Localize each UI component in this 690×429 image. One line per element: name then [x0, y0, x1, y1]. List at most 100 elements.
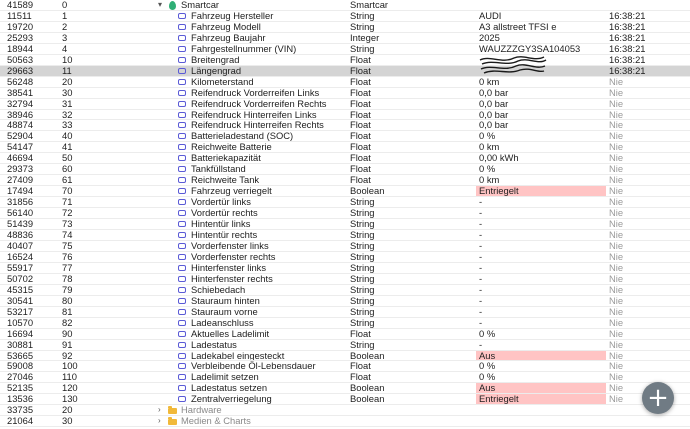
variable-value: 0 %	[479, 164, 496, 175]
object-id: 41589	[7, 0, 34, 10]
category-row[interactable]: 41589 0 ▾ Smartcar Smartcar	[0, 0, 690, 11]
last-updated: Nie	[609, 175, 624, 186]
variable-value: -	[479, 306, 483, 317]
variable-row[interactable]: 59008 100 Verbleibende Öl-Lebensdauer Float…	[0, 361, 690, 373]
variable-value: -	[479, 273, 483, 284]
object-id: 29373	[7, 164, 34, 175]
object-id: 53217	[7, 306, 34, 317]
variable-row[interactable]: 30881 91 Ladestatus String - Nie	[0, 340, 690, 351]
variable-icon	[178, 133, 186, 140]
object-name: Ladekabel eingesteckt	[191, 350, 285, 361]
variable-row[interactable]: 45315 79 Schiebedach String - Nie	[0, 285, 690, 296]
object-name: Stauraum vorne	[191, 306, 258, 317]
position-number: 33	[62, 120, 73, 131]
object-name: Aktuelles Ladelimit	[191, 328, 270, 339]
last-updated: Nie	[609, 98, 624, 109]
object-id: 40407	[7, 240, 34, 251]
variable-value	[476, 66, 606, 76]
variable-row[interactable]: 27046 110 Ladelimit setzen Float 0 % Nie	[0, 372, 690, 384]
variable-row[interactable]: 51439 73 Hintentür links String - Nie	[0, 219, 690, 231]
object-type	[350, 405, 474, 415]
object-type: String	[350, 273, 375, 284]
variable-row[interactable]: 46694 50 Batteriekapazität Float 0,00 kWh Nie	[0, 153, 690, 165]
chevron-down-icon[interactable]: ▾	[158, 0, 166, 11]
plus-icon: +	[647, 383, 669, 413]
category-row[interactable]: 33735 20 › Hardware	[0, 405, 690, 417]
variable-row[interactable]: 54147 41 Reichweite Batterie Float 0 km Nie	[0, 142, 690, 154]
variable-row[interactable]: 10570 82 Ladeanschluss String - Nie	[0, 318, 690, 329]
add-button[interactable]: +	[642, 382, 674, 414]
variable-value: 0 %	[479, 131, 496, 142]
variable-value: -	[479, 317, 483, 328]
object-type: Float	[350, 142, 371, 153]
variable-row[interactable]: 48836 74 Hintentür rechts String - Nie	[0, 230, 690, 241]
variable-row[interactable]: 17494 70 Fahrzeug verriegelt Boolean Entrieg…	[0, 186, 690, 198]
chevron-right-icon[interactable]: ›	[158, 416, 166, 427]
variable-row[interactable]: 50563 10 Breitengrad Float 16:38:21	[0, 55, 690, 66]
object-id: 31856	[7, 197, 34, 208]
object-id: 19720	[7, 21, 34, 32]
variable-row[interactable]: 16694 90 Aktuelles Ladelimit Float 0 % Nie	[0, 329, 690, 340]
variable-row[interactable]: 40407 75 Vorderfenster links String - Nie	[0, 241, 690, 252]
position-number: 82	[62, 317, 73, 328]
object-name: Verbleibende Öl-Lebensdauer	[191, 361, 316, 372]
object-type: String	[350, 339, 375, 350]
variable-value: 0,00 kWh	[479, 153, 519, 164]
object-name: Längengrad	[191, 65, 242, 76]
variable-row[interactable]: 52135 120 Ladestatus setzen Boolean Aus Nie	[0, 383, 690, 395]
object-id: 30541	[7, 295, 34, 306]
object-id: 38946	[7, 109, 34, 120]
object-name: Hinterfenster links	[191, 262, 267, 273]
variable-row[interactable]: 31856 71 Vordertür links String - Nie	[0, 197, 690, 209]
variable-row[interactable]: 27409 61 Reichweite Tank Float 0 km Nie	[0, 175, 690, 187]
object-type: String	[350, 21, 375, 32]
variable-row[interactable]: 50702 78 Hinterfenster rechts String - Nie	[0, 274, 690, 285]
variable-row[interactable]: 11511 1 Fahrzeug Hersteller String AUDI 16:38…	[0, 11, 690, 22]
variable-row[interactable]: 52904 40 Batterieladestand (SOC) Float 0 % Ni…	[0, 131, 690, 143]
object-type: Float	[350, 361, 371, 372]
variable-row[interactable]: 19720 2 Fahrzeug Modell String A3 allstreet …	[0, 22, 690, 33]
object-id: 18944	[7, 43, 34, 54]
category-row[interactable]: 21064 30 › Medien & Charts	[0, 416, 690, 428]
variable-value: 0 km	[479, 175, 500, 186]
object-type: String	[350, 43, 375, 54]
last-updated: 16:38:21	[609, 10, 646, 21]
last-updated: Nie	[609, 153, 624, 164]
variable-value: -	[479, 208, 483, 219]
variable-row[interactable]: 25293 3 Fahrzeug Baujahr Integer 2025 16:38:2…	[0, 33, 690, 44]
last-updated: Nie	[609, 284, 624, 295]
variable-row[interactable]: 13536 130 Zentralverriegelung Boolean Entrie…	[0, 394, 690, 406]
object-id: 50702	[7, 273, 34, 284]
variable-row[interactable]: 29373 60 Tankfüllstand Float 0 % Nie	[0, 164, 690, 176]
position-number: 71	[62, 197, 73, 208]
variable-row[interactable]: 55917 77 Hinterfenster links String - Nie	[0, 263, 690, 274]
position-number: 10	[62, 54, 73, 65]
last-updated: Nie	[609, 142, 624, 153]
object-name: Hardware	[181, 405, 222, 416]
object-name: Reifendruck Vorderreifen Rechts	[191, 98, 327, 109]
position-number: 50	[62, 153, 73, 164]
object-name: Hintentür links	[191, 219, 251, 230]
object-id: 11511	[7, 10, 32, 21]
variable-row[interactable]: 29663 11 Längengrad Float 16:38:21	[0, 65, 690, 77]
variable-row[interactable]: 56140 72 Vordertür rechts String - Nie	[0, 208, 690, 220]
variable-icon	[178, 177, 186, 184]
object-type: String	[350, 10, 375, 21]
variable-row[interactable]: 16524 76 Vorderfenster rechts String - Nie	[0, 252, 690, 263]
variable-row[interactable]: 48874 33 Reifendruck Hinterreifen Rechts Fl…	[0, 120, 690, 132]
object-type: Boolean	[350, 186, 385, 197]
variable-row[interactable]: 53665 92 Ladekabel eingesteckt Boolean Aus Ni…	[0, 350, 690, 362]
variable-row[interactable]: 38541 30 Reifendruck Vorderreifen Links Flo…	[0, 88, 690, 99]
object-id: 25293	[7, 32, 34, 43]
position-number: 31	[62, 98, 73, 109]
variable-row[interactable]: 18944 4 Fahrgestellnummer (VIN) String WAUZZ…	[0, 44, 690, 55]
variable-value: 0 %	[479, 372, 496, 383]
variable-row[interactable]: 56248 20 Kilometerstand Float 0 km Nie	[0, 77, 690, 88]
last-updated: Nie	[609, 273, 624, 284]
object-id: 38541	[7, 87, 34, 98]
variable-row[interactable]: 38946 32 Reifendruck Hinterreifen Links Flo…	[0, 110, 690, 121]
chevron-right-icon[interactable]: ›	[158, 405, 166, 416]
variable-row[interactable]: 30541 80 Stauraum hinten String - Nie	[0, 296, 690, 307]
variable-row[interactable]: 53217 81 Stauraum vorne String - Nie	[0, 307, 690, 318]
variable-row[interactable]: 32794 31 Reifendruck Vorderreifen Rechts Fl…	[0, 99, 690, 110]
